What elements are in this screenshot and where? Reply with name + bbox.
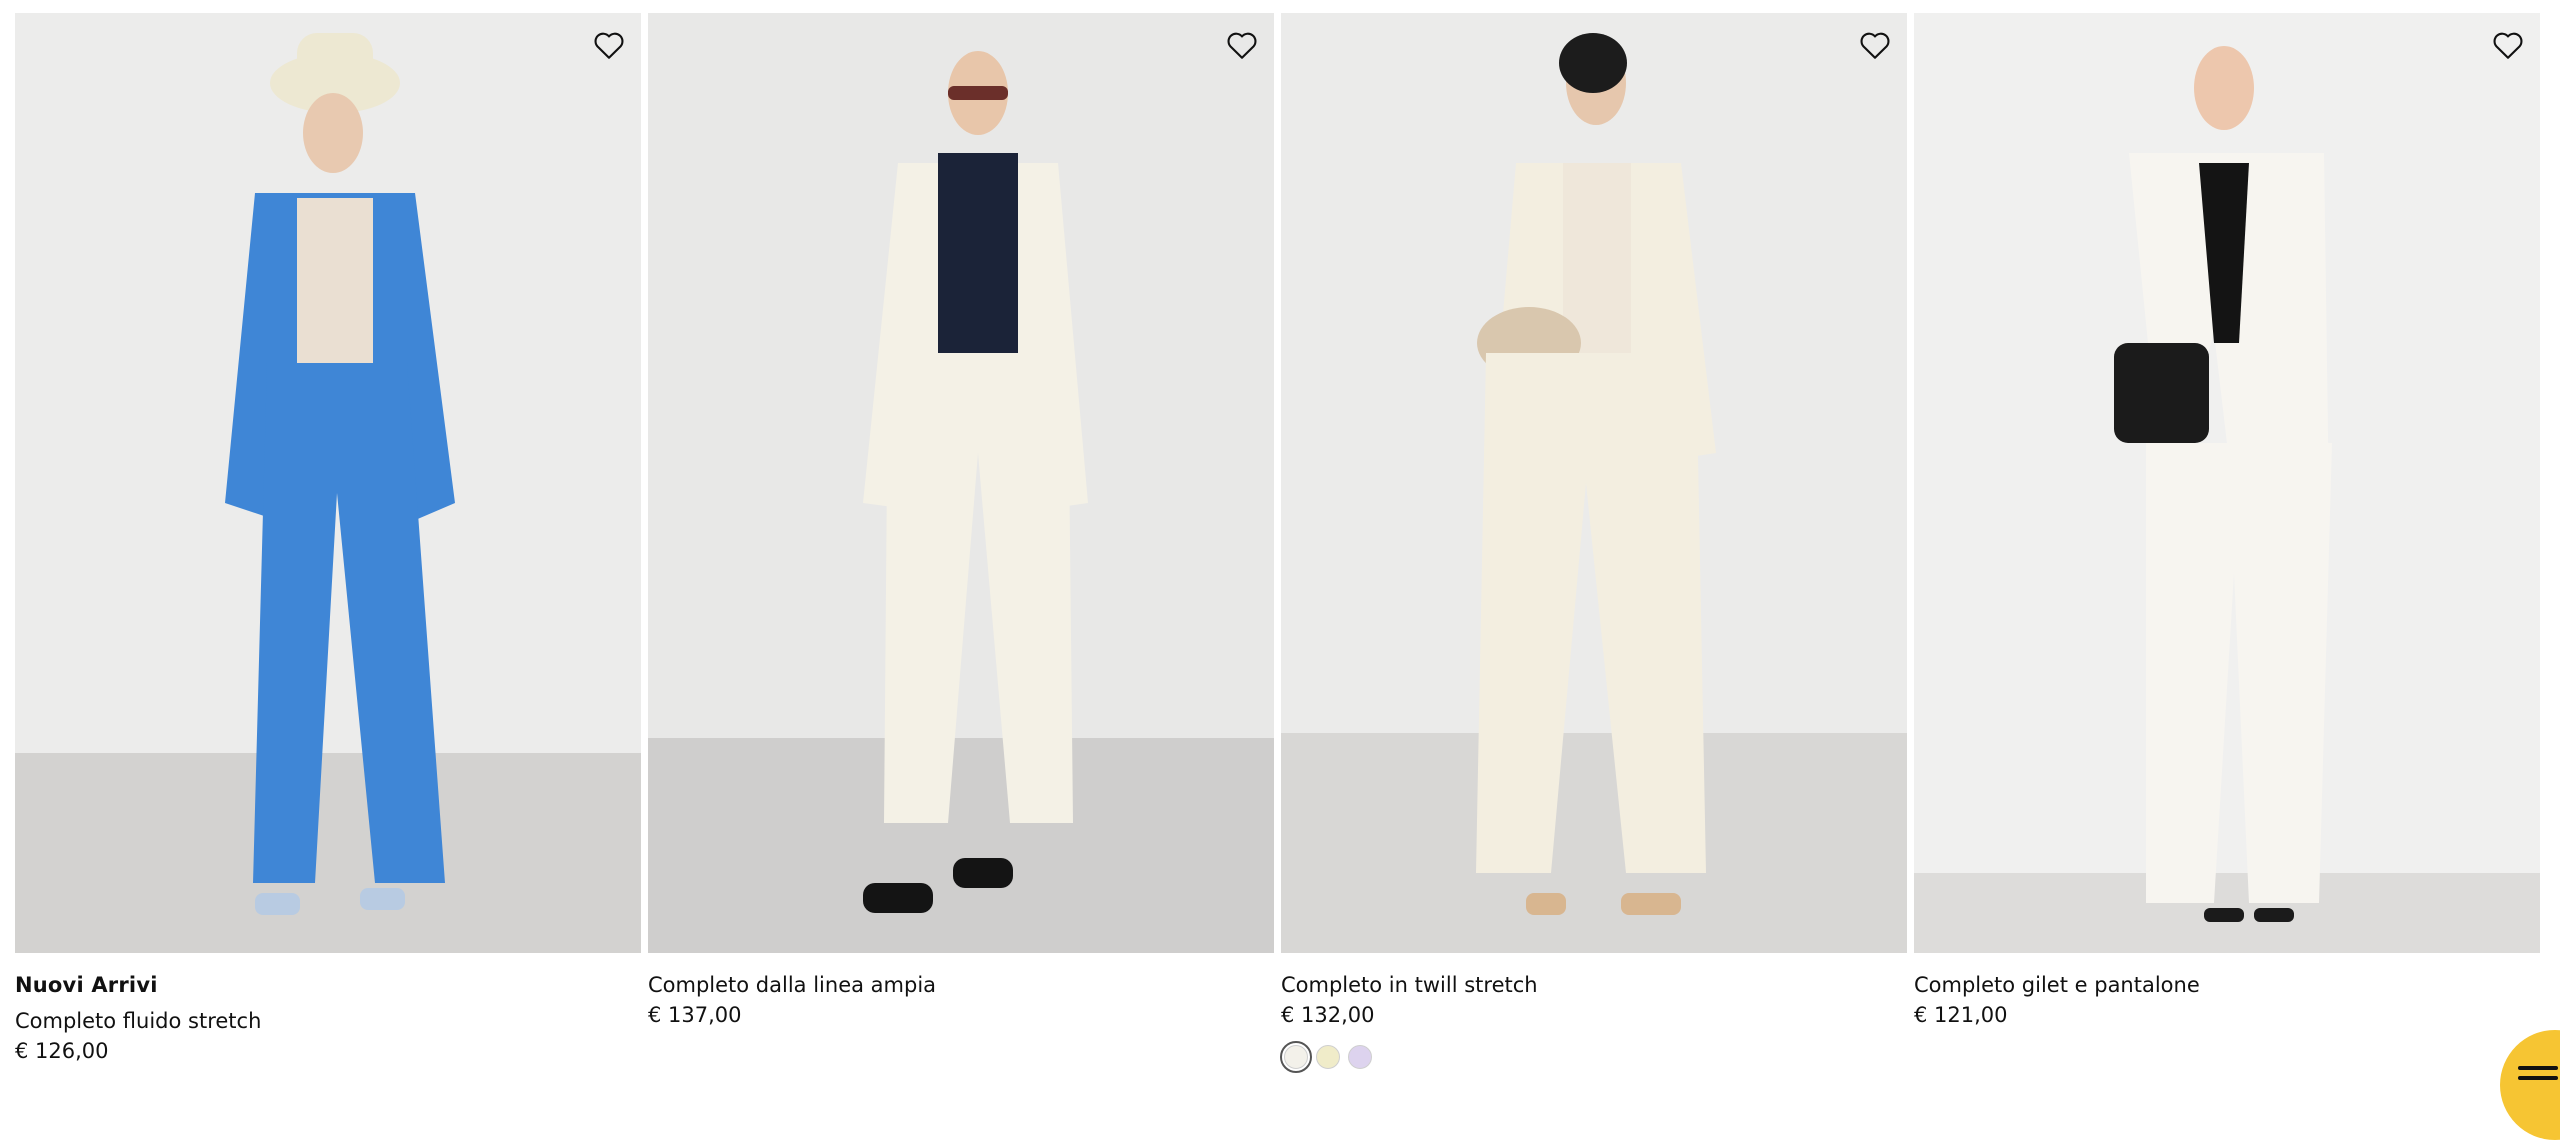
chat-lines-icon (2518, 1066, 2558, 1086)
favorite-heart-icon[interactable] (1857, 27, 1893, 63)
product-image[interactable] (648, 13, 1274, 953)
product-price: € 137,00 (648, 1003, 742, 1027)
color-swatch-yellow[interactable] (1316, 1045, 1340, 1069)
model-illustration (863, 51, 1088, 913)
hat-crown (297, 33, 373, 88)
hair (1559, 33, 1627, 93)
head (303, 93, 363, 173)
loafer-right (953, 858, 1013, 888)
product-info: Nuovi Arrivi Completo fluido stretch € 1… (15, 953, 641, 1063)
favorite-heart-icon[interactable] (591, 27, 627, 63)
product-image[interactable] (1281, 13, 1907, 953)
color-swatches (1280, 1041, 1907, 1073)
color-swatch-lilac[interactable] (1348, 1045, 1372, 1069)
product-info: Completo gilet e pantalone € 121,00 (1914, 953, 2540, 1027)
loafer-left (863, 883, 933, 913)
product-image[interactable] (15, 13, 641, 953)
clutch-bag (2114, 343, 2209, 443)
model-illustration (2114, 46, 2332, 922)
product-card[interactable]: Completo gilet e pantalone € 121,00 (1914, 13, 2540, 1069)
shoe-left (255, 893, 300, 915)
head (2194, 46, 2254, 130)
shoe-right (360, 888, 405, 910)
product-name[interactable]: Completo dalla linea ampia (648, 973, 1274, 997)
product-image[interactable] (1914, 13, 2540, 953)
sunglasses (948, 86, 1008, 100)
shoe-left (2204, 908, 2244, 922)
model-illustration (225, 33, 455, 915)
shoe-right (2254, 908, 2294, 922)
sandal-right (1621, 893, 1681, 915)
product-price: € 132,00 (1281, 1003, 1375, 1027)
color-swatch-ivory[interactable] (1280, 1041, 1312, 1073)
trousers (1476, 353, 1706, 873)
sandal-left (1526, 893, 1566, 915)
product-card[interactable]: Nuovi Arrivi Completo fluido stretch € 1… (15, 13, 641, 1069)
product-card[interactable]: Completo dalla linea ampia € 137,00 (648, 13, 1274, 1069)
product-card[interactable]: Completo in twill stretch € 132,00 (1280, 13, 1907, 1073)
new-arrivals-badge: Nuovi Arrivi (15, 973, 158, 997)
top (938, 153, 1018, 363)
product-price: € 126,00 (15, 1039, 109, 1063)
model-illustration (1476, 33, 1716, 915)
trousers (884, 353, 1073, 823)
product-grid: Nuovi Arrivi Completo fluido stretch € 1… (15, 13, 2540, 1073)
favorite-heart-icon[interactable] (1224, 27, 1260, 63)
product-info: Completo dalla linea ampia € 137,00 (648, 953, 1274, 1027)
trousers (2146, 443, 2332, 903)
product-info: Completo in twill stretch € 132,00 (1280, 953, 1907, 1073)
product-price: € 121,00 (1914, 1003, 2008, 1027)
product-name[interactable]: Completo gilet e pantalone (1914, 973, 2540, 997)
top (297, 198, 373, 368)
product-name[interactable]: Completo fluido stretch (15, 1009, 641, 1033)
product-name[interactable]: Completo in twill stretch (1281, 973, 1907, 997)
favorite-heart-icon[interactable] (2490, 27, 2526, 63)
